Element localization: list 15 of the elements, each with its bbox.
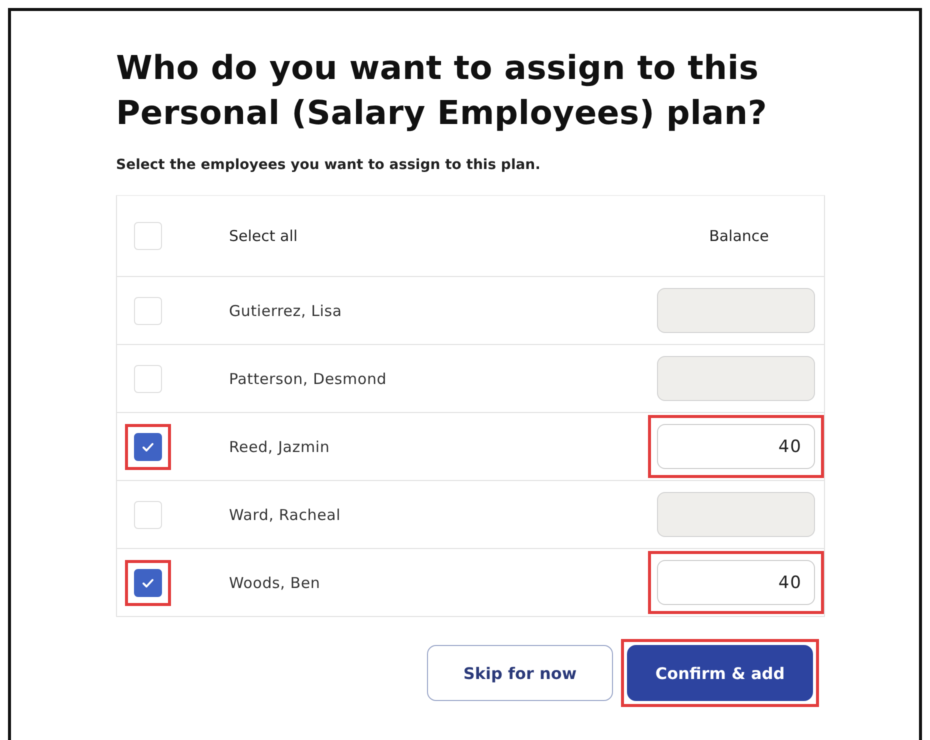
page-title: Who do you want to assign to this Personal (Salary Employees) plan? [116, 47, 768, 134]
employee-name: Patterson, Desmond [228, 370, 388, 388]
confirm-button[interactable]: Confirm & add [627, 645, 813, 701]
employee-name: Ward, Racheal [228, 506, 342, 524]
select-all-label: Select all [228, 227, 299, 245]
skip-button[interactable]: Skip for now [427, 645, 613, 701]
checkbox[interactable] [134, 568, 162, 596]
balance-field[interactable]: 40 [657, 424, 815, 469]
balance-field[interactable]: 40 [657, 560, 815, 605]
column-header: Balance [708, 227, 770, 245]
employee-name: Gutierrez, Lisa [228, 302, 343, 320]
checkbox[interactable] [134, 432, 162, 460]
employee-name: Reed, Jazmin [228, 438, 331, 456]
instruction-text: Select the employees you want to assign to this plan. [116, 157, 542, 173]
employee-name: Woods, Ben [228, 574, 322, 592]
